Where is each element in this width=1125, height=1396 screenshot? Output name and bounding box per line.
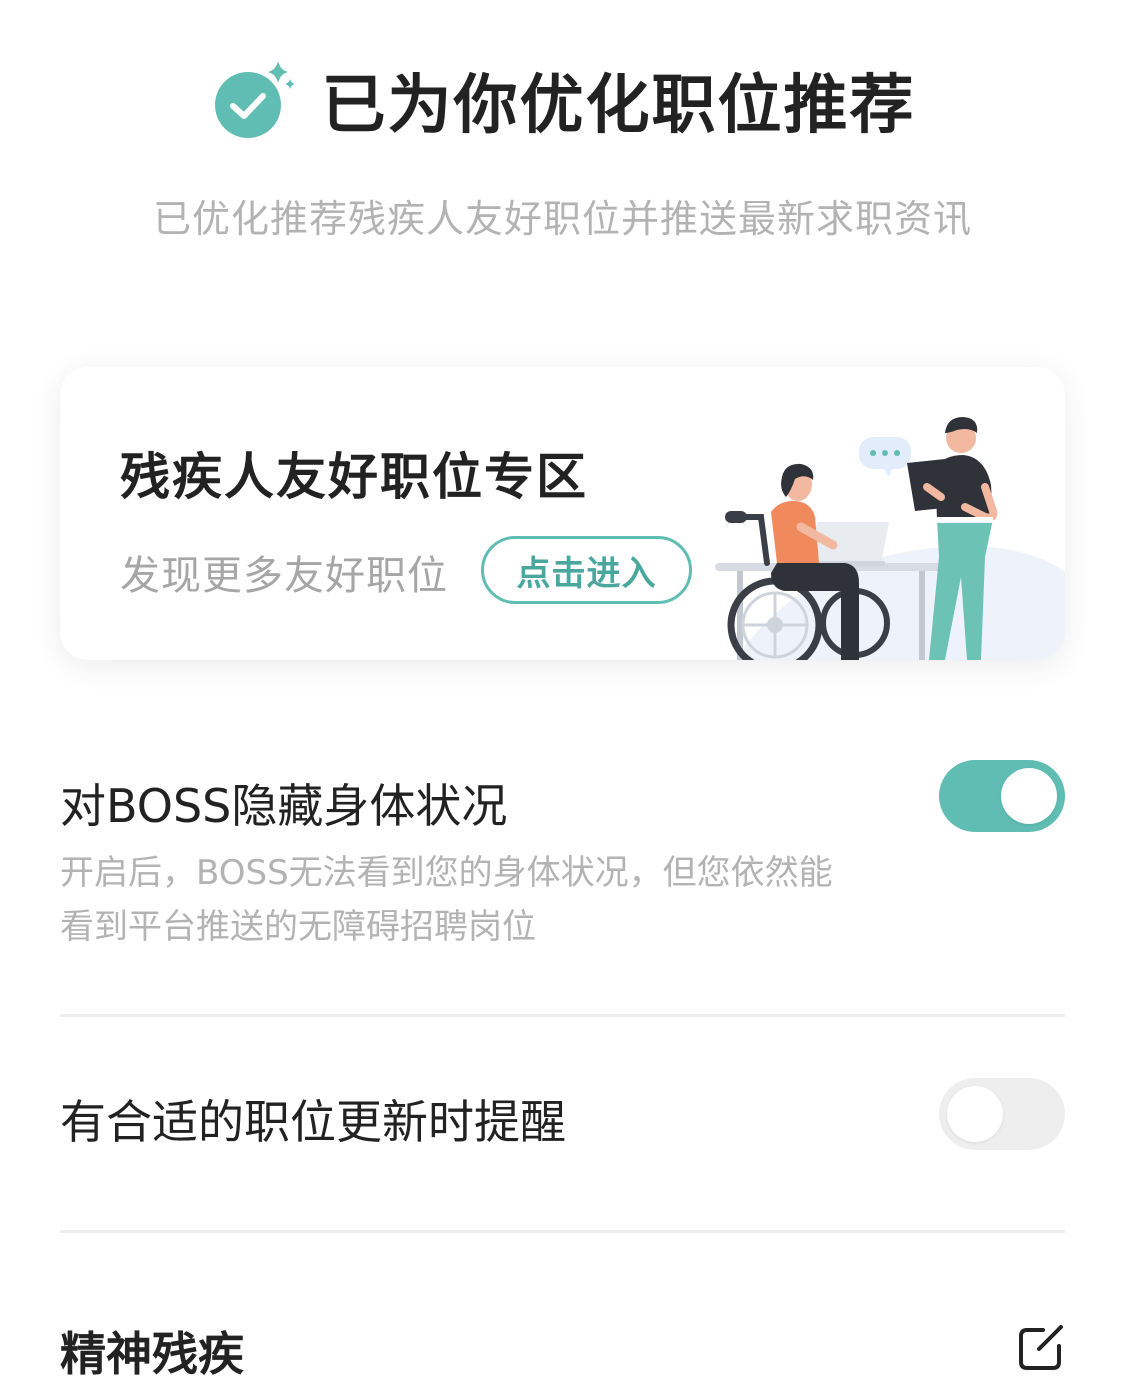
toggle-knob: [1001, 768, 1057, 824]
setting-job-update-reminder: 有合适的职位更新时提醒: [60, 1078, 1065, 1158]
hide-status-description-line2: 看到平台推送的无障碍招聘岗位: [60, 907, 536, 947]
banner-title: 残疾人友好职位专区: [120, 448, 588, 506]
divider: [60, 1014, 1065, 1017]
toggle-knob: [947, 1086, 1003, 1142]
friendly-jobs-banner[interactable]: 残疾人友好职位专区 发现更多友好职位 点击进入: [60, 367, 1065, 660]
hide-status-toggle[interactable]: [939, 760, 1065, 832]
setting-hide-status: 对BOSS隐藏身体状况 开启后，BOSS无法看到您的身体状况，但您依然能 看到平…: [60, 760, 1065, 980]
page-subtitle: 已优化推荐残疾人友好职位并推送最新求职资讯: [152, 197, 972, 241]
disability-type-label: 精神残疾: [60, 1327, 244, 1381]
wheelchair-office-illustration: [715, 417, 1065, 660]
job-update-reminder-label: 有合适的职位更新时提醒: [60, 1095, 566, 1149]
job-update-reminder-toggle[interactable]: [939, 1078, 1065, 1150]
title-row: 已为你优化职位推荐: [0, 50, 1125, 150]
edit-icon[interactable]: [1017, 1324, 1065, 1372]
setting-disability-type[interactable]: 精神残疾: [60, 1314, 1065, 1384]
divider: [60, 1230, 1065, 1233]
hide-status-label: 对BOSS隐藏身体状况: [60, 779, 508, 833]
header: 已为你优化职位推荐 已优化推荐残疾人友好职位并推送最新求职资讯: [0, 0, 1125, 300]
check-circle-sparkle-icon: [214, 61, 295, 138]
banner-subtitle: 发现更多友好职位: [120, 553, 448, 599]
hide-status-description-line1: 开启后，BOSS无法看到您的身体状况，但您依然能: [60, 853, 833, 893]
page-title: 已为你优化职位推荐: [321, 69, 916, 143]
